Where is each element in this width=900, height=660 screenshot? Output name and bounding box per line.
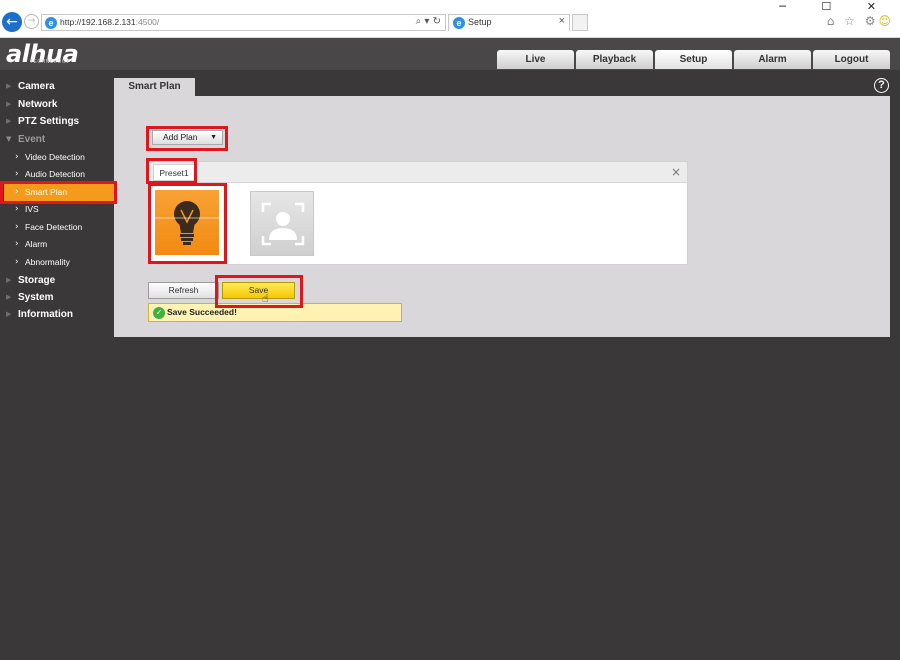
expand-arrow-icon: ▶ [6, 293, 12, 301]
expand-arrow-icon: ▶ [6, 82, 12, 90]
sidebar-item-video-detection[interactable]: › Video Detection [0, 149, 114, 166]
close-tab-icon[interactable]: × [559, 15, 565, 27]
sidebar-item-label: Face Detection [25, 222, 83, 232]
sidebar-item-label: Information [18, 309, 73, 320]
close-icon[interactable]: × [671, 165, 681, 179]
logo-subtitle: TECHNOLOGY [30, 59, 71, 65]
refresh-button[interactable]: Refresh [148, 282, 219, 299]
back-arrow-icon[interactable]: ← [2, 12, 22, 32]
expand-arrow-icon: ▶ [6, 117, 12, 125]
tab-alarm[interactable]: Alarm [734, 50, 811, 69]
expand-arrow-icon: ▶ [6, 100, 12, 108]
status-message-box: ✓ Save Succeeded! [148, 303, 402, 322]
sidebar-item-smart-plan[interactable]: › Smart Plan [4, 184, 114, 201]
caret-down-icon: ▼ [210, 134, 217, 141]
sidebar-item-alarm[interactable]: › Alarm [0, 236, 114, 253]
chevron-right-icon: › [15, 152, 19, 162]
search-refresh-icons[interactable]: ⌕ ▾ ↻ [416, 16, 441, 27]
sidebar-item-event[interactable]: ▼ Event [0, 131, 114, 148]
face-detection-plan-icon[interactable] [250, 191, 314, 256]
sidebar-item-label: Storage [18, 275, 56, 286]
sidebar-item-label: System [18, 292, 54, 303]
collapse-arrow-icon: ▼ [6, 135, 12, 143]
chevron-right-icon: › [15, 239, 19, 249]
site-icon: e [45, 17, 57, 29]
tab-site-icon: e [453, 17, 465, 29]
browser-toolbar: ← → e http://192.168.2.131:4500/ ⌕ ▾ ↻ e… [0, 0, 900, 38]
add-plan-dropdown-button[interactable]: Add Plan ▼ [152, 130, 223, 145]
sidebar-item-label: PTZ Settings [18, 116, 80, 127]
url-port: :4500/ [135, 17, 160, 27]
help-icon[interactable]: ? [874, 78, 889, 93]
tab-playback[interactable]: Playback [576, 50, 653, 69]
window-controls[interactable]: ─ ☐ ✕ [779, 0, 892, 13]
sidebar-item-system[interactable]: ▶ System [0, 289, 114, 306]
page-title-tab[interactable]: Smart Plan [114, 78, 195, 96]
sidebar-item-storage[interactable]: ▶ Storage [0, 272, 114, 289]
chevron-right-icon: › [15, 187, 19, 197]
sidebar-item-label: Smart Plan [25, 187, 68, 197]
sidebar-item-ivs[interactable]: › IVS [0, 201, 114, 218]
add-plan-label: Add Plan [163, 132, 198, 142]
preset-plan-panel: Preset1 × [148, 161, 688, 265]
chevron-right-icon: › [15, 169, 19, 179]
preset-tab[interactable]: Preset1 [153, 164, 195, 181]
sidebar-item-camera[interactable]: ▶ Camera [0, 78, 114, 95]
browser-tab-setup[interactable]: e Setup × [448, 14, 570, 31]
browser-tool-icons[interactable]: ⌂ ☆ ⚙☺ [827, 14, 894, 28]
save-button[interactable]: Save [222, 282, 295, 299]
expand-arrow-icon: ▶ [6, 310, 12, 318]
check-icon: ✓ [153, 307, 165, 319]
sidebar-item-ptz-settings[interactable]: ▶ PTZ Settings [0, 113, 114, 130]
browser-tab-title: Setup [468, 17, 492, 27]
lightbulb-plan-icon[interactable] [155, 190, 219, 255]
new-tab-button[interactable] [572, 14, 588, 31]
lightbulb-icon [155, 201, 219, 245]
sidebar-item-label: Alarm [25, 239, 48, 249]
sidebar-item-network[interactable]: ▶ Network [0, 96, 114, 113]
sidebar-item-face-detection[interactable]: › Face Detection [0, 219, 114, 236]
preset-header: Preset1 × [149, 162, 687, 183]
smiley-feedback-icon[interactable]: ☺ [878, 14, 894, 28]
app-header: alhua TECHNOLOGY Live Playback Setup Ala… [0, 38, 900, 70]
face-icon [261, 202, 305, 246]
sidebar-item-label: Abnormality [25, 257, 70, 267]
sidebar-item-label: IVS [25, 204, 39, 214]
status-message: Save Succeeded! [167, 307, 237, 317]
url-host: http://192.168.2.131 [60, 17, 136, 27]
home-star-gear-icons[interactable]: ⌂ ☆ ⚙ [827, 14, 879, 28]
tab-live[interactable]: Live [497, 50, 574, 69]
sidebar-item-abnormality[interactable]: › Abnormality [0, 254, 114, 271]
chevron-right-icon: › [15, 204, 19, 214]
sidebar-item-label: Network [18, 99, 58, 110]
chevron-right-icon: › [15, 222, 19, 232]
tab-logout[interactable]: Logout [813, 50, 890, 69]
chevron-right-icon: › [15, 257, 19, 267]
url-text[interactable]: http://192.168.2.131:4500/ [60, 17, 159, 27]
sidebar-item-audio-detection[interactable]: › Audio Detection [0, 166, 114, 183]
sidebar-item-label: Audio Detection [25, 169, 86, 179]
sidebar-item-label: Video Detection [25, 152, 85, 162]
sidebar-item-label: Event [18, 134, 46, 145]
tab-setup[interactable]: Setup [655, 50, 732, 69]
forward-arrow-icon[interactable]: → [24, 14, 39, 29]
expand-arrow-icon: ▶ [6, 276, 12, 284]
sidebar-item-label: Camera [18, 81, 55, 92]
sidebar-item-information[interactable]: ▶ Information [0, 306, 114, 323]
address-bar[interactable]: e http://192.168.2.131:4500/ ⌕ ▾ ↻ [41, 14, 446, 31]
